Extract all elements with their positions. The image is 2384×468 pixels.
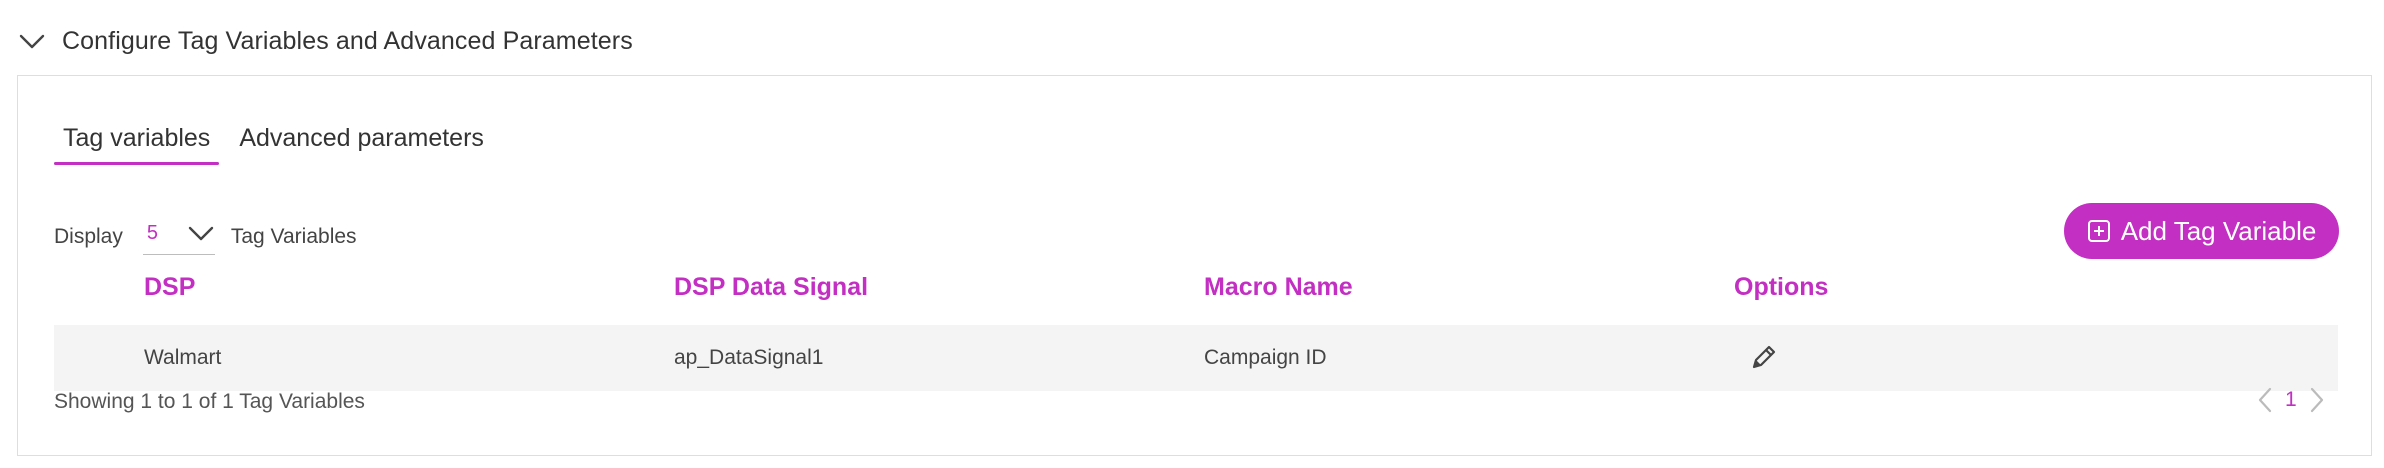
display-suffix-label: Tag Variables <box>230 225 357 248</box>
column-header-dsp-data-signal[interactable]: DSP Data Signal <box>674 273 868 302</box>
chevron-down-icon <box>188 226 214 240</box>
display-count-row: Display 5 Tag Variables <box>54 215 357 259</box>
display-count-value: 5 <box>146 221 158 244</box>
display-count-select[interactable]: 5 <box>142 220 215 255</box>
section-title: Configure Tag Variables and Advanced Par… <box>62 26 633 55</box>
add-tag-variable-label: Add Tag Variable <box>2120 215 2317 246</box>
tag-config-panel: Tag variables Advanced parameters Displa… <box>17 75 2372 456</box>
table-row: Walmart ap_DataSignal1 Campaign ID <box>54 325 2338 391</box>
cell-dsp: Walmart <box>144 346 222 369</box>
chevron-down-icon[interactable] <box>16 25 48 57</box>
plus-square-icon <box>2087 220 2110 242</box>
pagination: 1 <box>2255 382 2327 418</box>
display-label: Display <box>54 225 123 248</box>
chevron-right-icon[interactable] <box>2307 385 2327 415</box>
chevron-left-icon[interactable] <box>2255 385 2275 415</box>
pencil-icon[interactable] <box>1748 341 1780 373</box>
cell-macro-name: Campaign ID <box>1204 346 1327 369</box>
column-header-macro-name[interactable]: Macro Name <box>1204 273 1353 302</box>
pagination-summary: Showing 1 to 1 of 1 Tag Variables <box>54 390 365 413</box>
tab-tag-variables[interactable]: Tag variables <box>54 117 220 165</box>
page-number[interactable]: 1 <box>2285 388 2297 412</box>
column-header-dsp[interactable]: DSP <box>144 273 195 302</box>
tab-advanced-parameters[interactable]: Advanced parameters <box>230 117 493 165</box>
cell-data-signal: ap_DataSignal1 <box>674 346 824 369</box>
column-header-options: Options <box>1734 273 1829 301</box>
section-header[interactable]: Configure Tag Variables and Advanced Par… <box>16 18 633 64</box>
add-tag-variable-button[interactable]: Add Tag Variable <box>2064 203 2339 259</box>
tab-bar: Tag variables Advanced parameters <box>54 117 504 167</box>
